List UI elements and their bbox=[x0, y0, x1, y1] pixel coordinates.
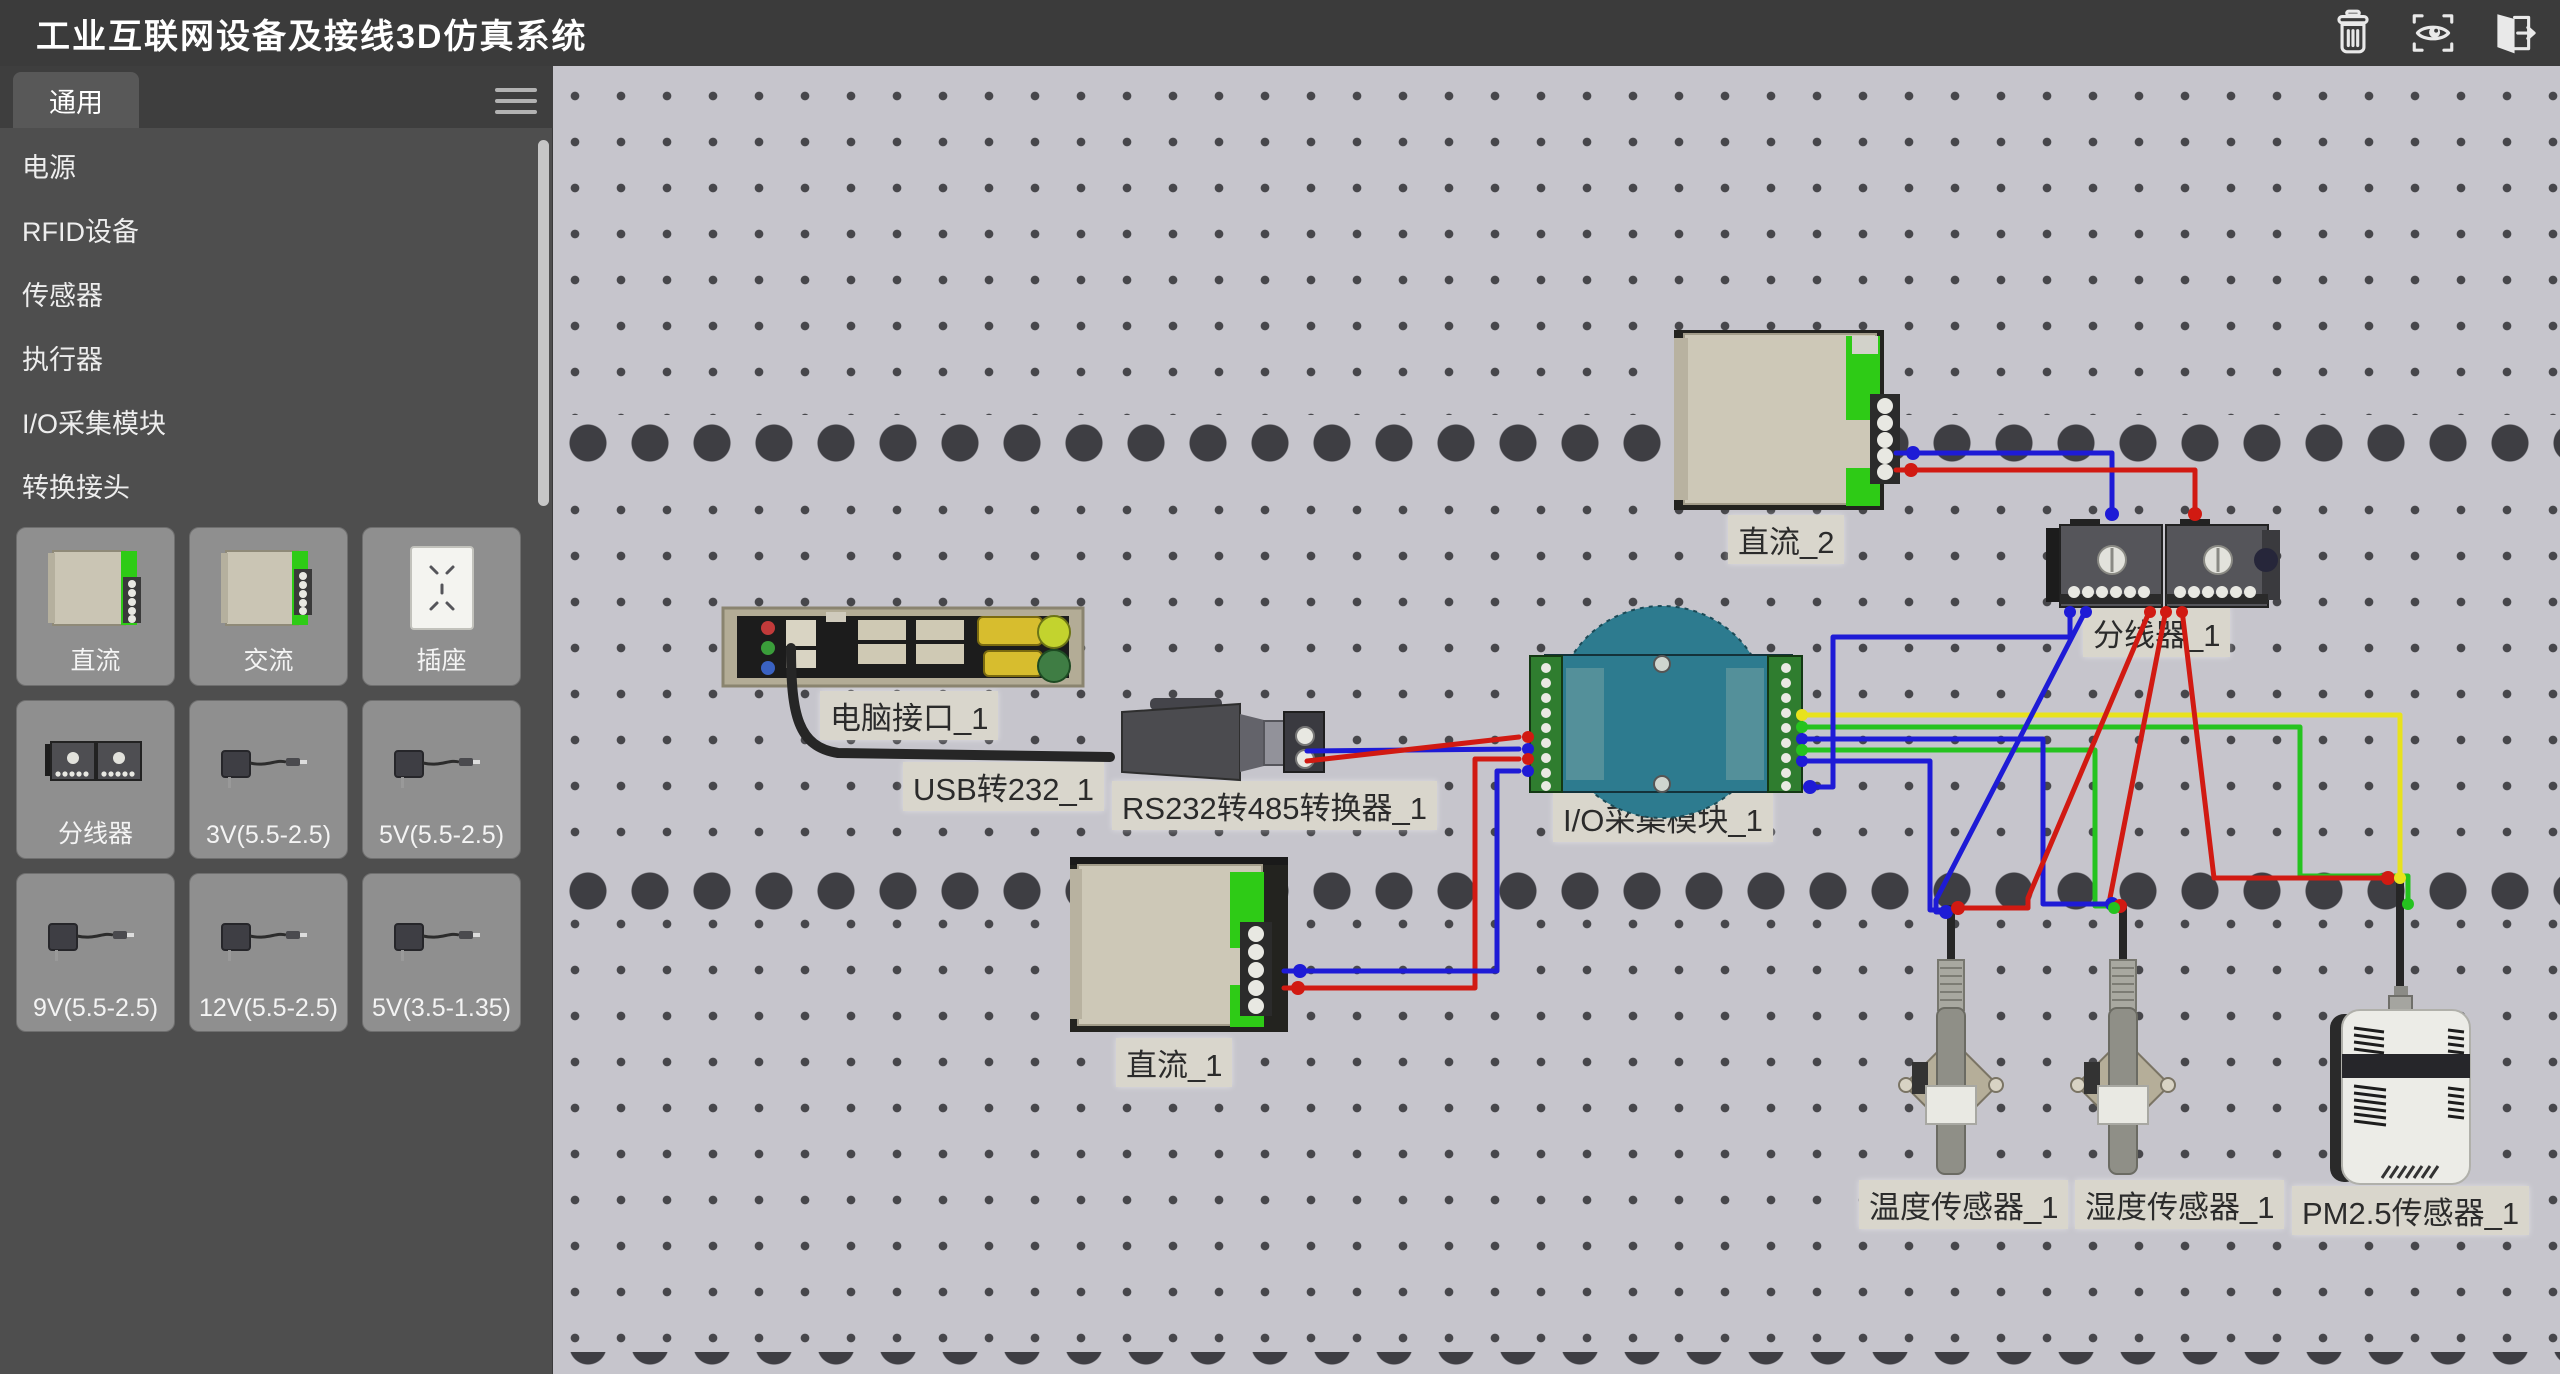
palette-item-9v[interactable]: 9V(5.5-2.5) bbox=[16, 873, 175, 1032]
device-computer-interface[interactable] bbox=[723, 608, 1083, 686]
tab-general[interactable]: 通用 bbox=[13, 72, 139, 128]
power-adapter-icon bbox=[33, 896, 159, 992]
power-adapter-icon bbox=[379, 723, 505, 819]
device-dc-supply-2[interactable] bbox=[1674, 330, 1900, 510]
app-title: 工业互联网设备及接线3D仿真系统 bbox=[36, 9, 587, 58]
palette-item-label: 5V(5.5-2.5) bbox=[379, 821, 504, 850]
power-adapter-icon bbox=[206, 896, 332, 992]
device-label: PM2.5传感器_1 bbox=[2292, 1186, 2529, 1235]
pegboard-large-holes-row bbox=[553, 1352, 2560, 1374]
sidebar-item-io-modules[interactable]: I/O采集模块 bbox=[0, 392, 520, 456]
palette-item-5v-slim[interactable]: 5V(3.5-1.35) bbox=[362, 873, 521, 1032]
ac-psu-icon bbox=[206, 543, 332, 639]
device-label: 直流_2 bbox=[1728, 515, 1844, 564]
device-dc-supply-1[interactable] bbox=[1070, 857, 1288, 1032]
palette-item-label: 12V(5.5-2.5) bbox=[199, 994, 338, 1023]
power-adapter-icon bbox=[379, 896, 505, 992]
palette-item-label: 分线器 bbox=[58, 814, 133, 850]
view-icon[interactable] bbox=[2404, 8, 2462, 58]
palette-item-splitter[interactable]: 分线器 bbox=[16, 700, 175, 859]
palette-item-label: 3V(5.5-2.5) bbox=[206, 821, 331, 850]
device-splitter-1[interactable] bbox=[2046, 519, 2280, 607]
sidebar-header: 通用 bbox=[0, 66, 553, 128]
device-label: USB转232_1 bbox=[903, 762, 1104, 811]
palette-item-socket[interactable]: 插座 bbox=[362, 527, 521, 686]
palette-item-5v[interactable]: 5V(5.5-2.5) bbox=[362, 700, 521, 859]
splitter-icon bbox=[33, 716, 159, 812]
sidebar-item-power[interactable]: 电源 bbox=[0, 136, 520, 200]
palette-item-12v[interactable]: 12V(5.5-2.5) bbox=[189, 873, 348, 1032]
pegboard-large-holes-row bbox=[553, 863, 2560, 919]
sidebar-item-actuators[interactable]: 执行器 bbox=[0, 328, 520, 392]
exit-icon[interactable] bbox=[2484, 8, 2542, 58]
category-menu: 电源 RFID设备 传感器 执行器 I/O采集模块 转换接头 bbox=[0, 136, 520, 520]
device-label: RS232转485转换器_1 bbox=[1112, 781, 1437, 830]
dc-psu-icon bbox=[33, 543, 159, 639]
delete-icon[interactable] bbox=[2324, 8, 2382, 58]
device-label: 湿度传感器_1 bbox=[2075, 1180, 2284, 1229]
sidebar: 通用 电源 RFID设备 传感器 执行器 I/O采集模块 转换接头 直流 bbox=[0, 66, 553, 1374]
palette-item-label: 5V(3.5-1.35) bbox=[372, 994, 511, 1023]
power-adapter-icon bbox=[206, 723, 332, 819]
device-palette: 直流 交流 插座 bbox=[16, 527, 521, 1032]
sidebar-item-sensors[interactable]: 传感器 bbox=[0, 264, 520, 328]
sidebar-scrollbar[interactable] bbox=[538, 140, 549, 506]
sidebar-item-rfid[interactable]: RFID设备 bbox=[0, 200, 520, 264]
palette-item-label: 插座 bbox=[416, 641, 466, 677]
palette-item-label: 交流 bbox=[243, 641, 293, 677]
device-label: 分线器_1 bbox=[2083, 608, 2230, 657]
palette-item-label: 直流 bbox=[70, 641, 120, 677]
device-label: 温度传感器_1 bbox=[1859, 1180, 2068, 1229]
palette-item-3v[interactable]: 3V(5.5-2.5) bbox=[189, 700, 348, 859]
device-label: 电脑接口_1 bbox=[820, 691, 998, 740]
top-bar: 工业互联网设备及接线3D仿真系统 bbox=[0, 0, 2560, 66]
socket-icon bbox=[379, 543, 505, 639]
menu-icon[interactable] bbox=[495, 88, 537, 114]
palette-item-ac[interactable]: 交流 bbox=[189, 527, 348, 686]
palette-item-label: 9V(5.5-2.5) bbox=[33, 994, 158, 1023]
pegboard-large-holes-row bbox=[553, 415, 2560, 471]
palette-item-dc[interactable]: 直流 bbox=[16, 527, 175, 686]
device-label: 直流_1 bbox=[1116, 1038, 1232, 1087]
sidebar-item-adapters[interactable]: 转换接头 bbox=[0, 456, 520, 520]
